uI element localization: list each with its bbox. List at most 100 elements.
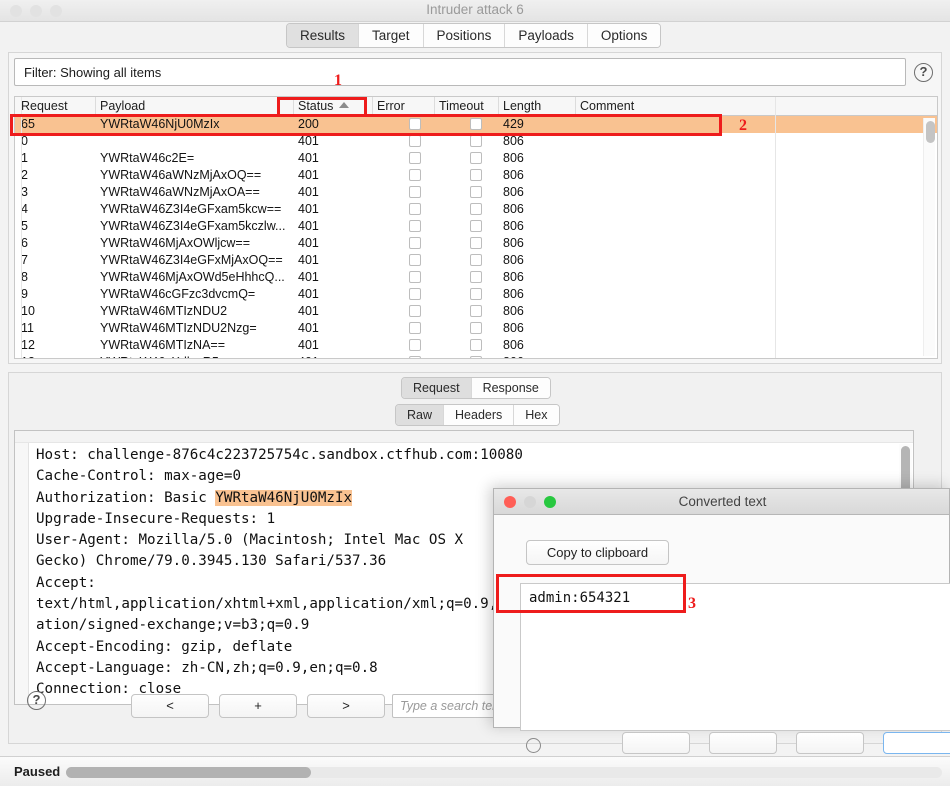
filter-label: Filter: Showing all items	[24, 65, 162, 80]
column-header-status-label: Status	[298, 99, 334, 113]
timeout-checkbox[interactable]	[470, 305, 482, 317]
dialog-button-3[interactable]	[796, 732, 864, 754]
table-row[interactable]: 11 YWRtaW46MTIzNDU2Nzg= 401 806	[15, 320, 937, 337]
tab-hex[interactable]: Hex	[514, 405, 559, 425]
cell-length: 806	[503, 151, 524, 165]
column-header-request[interactable]: Request	[21, 99, 68, 113]
error-checkbox[interactable]	[409, 169, 421, 181]
error-checkbox[interactable]	[409, 203, 421, 215]
results-table-body[interactable]: 65 YWRtaW46NjU0MzIx 200 429 0 401 806 1 YWRtaW46…	[15, 116, 937, 358]
error-checkbox[interactable]	[409, 237, 421, 249]
table-row[interactable]: 2 YWRtaW46aWNzMjAxOQ== 401 806	[15, 167, 937, 184]
timeout-checkbox[interactable]	[470, 237, 482, 249]
progress-bar	[66, 767, 942, 778]
table-row[interactable]: 10 YWRtaW46MTIzNDU2 401 806	[15, 303, 937, 320]
cell-request: 65	[21, 117, 35, 131]
tab-raw[interactable]: Raw	[396, 405, 445, 425]
request-response-tabs: Request Response	[401, 377, 551, 399]
error-checkbox[interactable]	[409, 288, 421, 300]
error-checkbox[interactable]	[409, 254, 421, 266]
table-row[interactable]: 1 YWRtaW46c2E= 401 806	[15, 150, 937, 167]
timeout-checkbox[interactable]	[470, 203, 482, 215]
filter-bar[interactable]: Filter: Showing all items	[14, 58, 906, 86]
timeout-checkbox[interactable]	[470, 339, 482, 351]
tab-options[interactable]: Options	[587, 24, 661, 47]
next-button[interactable]: >	[307, 694, 385, 718]
timeout-checkbox[interactable]	[470, 169, 482, 181]
converted-text-area[interactable]: admin:654321	[520, 583, 950, 731]
dialog-help-icon[interactable]	[526, 738, 541, 753]
timeout-checkbox[interactable]	[470, 118, 482, 130]
table-row[interactable]: 5 YWRtaW46Z3I4eGFxam5kczlw... 401 806	[15, 218, 937, 235]
tab-results[interactable]: Results	[287, 24, 360, 47]
error-checkbox[interactable]	[409, 220, 421, 232]
editor-help-icon[interactable]: ?	[27, 691, 46, 710]
cell-length: 806	[503, 202, 524, 216]
column-header-length[interactable]: Length	[503, 99, 541, 113]
results-scroll-thumb[interactable]	[926, 121, 935, 143]
cell-status: 401	[298, 151, 319, 165]
add-button[interactable]: +	[219, 694, 297, 718]
timeout-checkbox[interactable]	[470, 220, 482, 232]
tab-payloads[interactable]: Payloads	[505, 24, 588, 47]
converted-text-dialog: Converted text Copy to clipboard admin:6…	[493, 488, 950, 754]
cell-status: 401	[298, 287, 319, 301]
table-row[interactable]: 13 YWRtaW46cXdlcnR5 401 806	[15, 354, 937, 358]
column-header-timeout[interactable]: Timeout	[439, 99, 484, 113]
dialog-button-1[interactable]	[622, 732, 690, 754]
copy-to-clipboard-button[interactable]: Copy to clipboard	[526, 540, 669, 565]
cell-status: 401	[298, 253, 319, 267]
table-row[interactable]: 7 YWRtaW46Z3I4eGFxMjAxOQ== 401 806	[15, 252, 937, 269]
tab-headers[interactable]: Headers	[444, 405, 515, 425]
converted-text-value: admin:654321	[529, 590, 631, 606]
timeout-checkbox[interactable]	[470, 135, 482, 147]
tab-target[interactable]: Target	[359, 24, 424, 47]
timeout-checkbox[interactable]	[470, 254, 482, 266]
tab-positions[interactable]: Positions	[423, 24, 506, 47]
help-icon[interactable]: ?	[914, 63, 933, 82]
dialog-bottom-bar	[520, 731, 950, 755]
table-row[interactable]: 6 YWRtaW46MjAxOWljcw== 401 806	[15, 235, 937, 252]
timeout-checkbox[interactable]	[470, 152, 482, 164]
results-vertical-scrollbar[interactable]	[923, 118, 935, 356]
timeout-checkbox[interactable]	[470, 356, 482, 358]
column-header-comment[interactable]: Comment	[580, 99, 634, 113]
dialog-button-ok[interactable]	[883, 732, 950, 754]
table-row[interactable]: 9 YWRtaW46cGFzc3dvcmQ= 401 806	[15, 286, 937, 303]
dialog-button-2[interactable]	[709, 732, 777, 754]
table-row[interactable]: 3 YWRtaW46aWNzMjAxOA== 401 806	[15, 184, 937, 201]
timeout-checkbox[interactable]	[470, 186, 482, 198]
table-row[interactable]: 65 YWRtaW46NjU0MzIx 200 429	[15, 116, 937, 133]
error-checkbox[interactable]	[409, 271, 421, 283]
timeout-checkbox[interactable]	[470, 271, 482, 283]
table-row[interactable]: 0 401 806	[15, 133, 937, 150]
error-checkbox[interactable]	[409, 322, 421, 334]
error-checkbox[interactable]	[409, 356, 421, 358]
error-checkbox[interactable]	[409, 339, 421, 351]
cell-payload: YWRtaW46MTIzNDU2	[100, 304, 228, 318]
cell-length: 806	[503, 253, 524, 267]
table-row[interactable]: 8 YWRtaW46MjAxOWd5eHhhcQ... 401 806	[15, 269, 937, 286]
column-header-error[interactable]: Error	[377, 99, 405, 113]
tab-request[interactable]: Request	[402, 378, 472, 398]
cell-status: 401	[298, 304, 319, 318]
error-checkbox[interactable]	[409, 186, 421, 198]
tab-response[interactable]: Response	[471, 378, 550, 398]
cell-payload: YWRtaW46cXdlcnR5	[100, 355, 290, 358]
cell-length: 806	[503, 236, 524, 250]
error-checkbox[interactable]	[409, 118, 421, 130]
error-checkbox[interactable]	[409, 305, 421, 317]
cell-request: 13	[21, 355, 93, 358]
table-row[interactable]: 4 YWRtaW46Z3I4eGFxam5kcw== 401 806	[15, 201, 937, 218]
timeout-checkbox[interactable]	[470, 288, 482, 300]
cell-payload: YWRtaW46cGFzc3dvcmQ=	[100, 287, 256, 301]
raw-viewer-gutter	[15, 443, 29, 704]
status-label: Paused	[14, 764, 61, 779]
column-header-payload[interactable]: Payload	[100, 99, 145, 113]
previous-button[interactable]: <	[131, 694, 209, 718]
timeout-checkbox[interactable]	[470, 322, 482, 334]
table-row[interactable]: 12 YWRtaW46MTIzNA== 401 806	[15, 337, 937, 354]
column-header-status[interactable]: Status	[298, 99, 350, 113]
error-checkbox[interactable]	[409, 152, 421, 164]
error-checkbox[interactable]	[409, 135, 421, 147]
